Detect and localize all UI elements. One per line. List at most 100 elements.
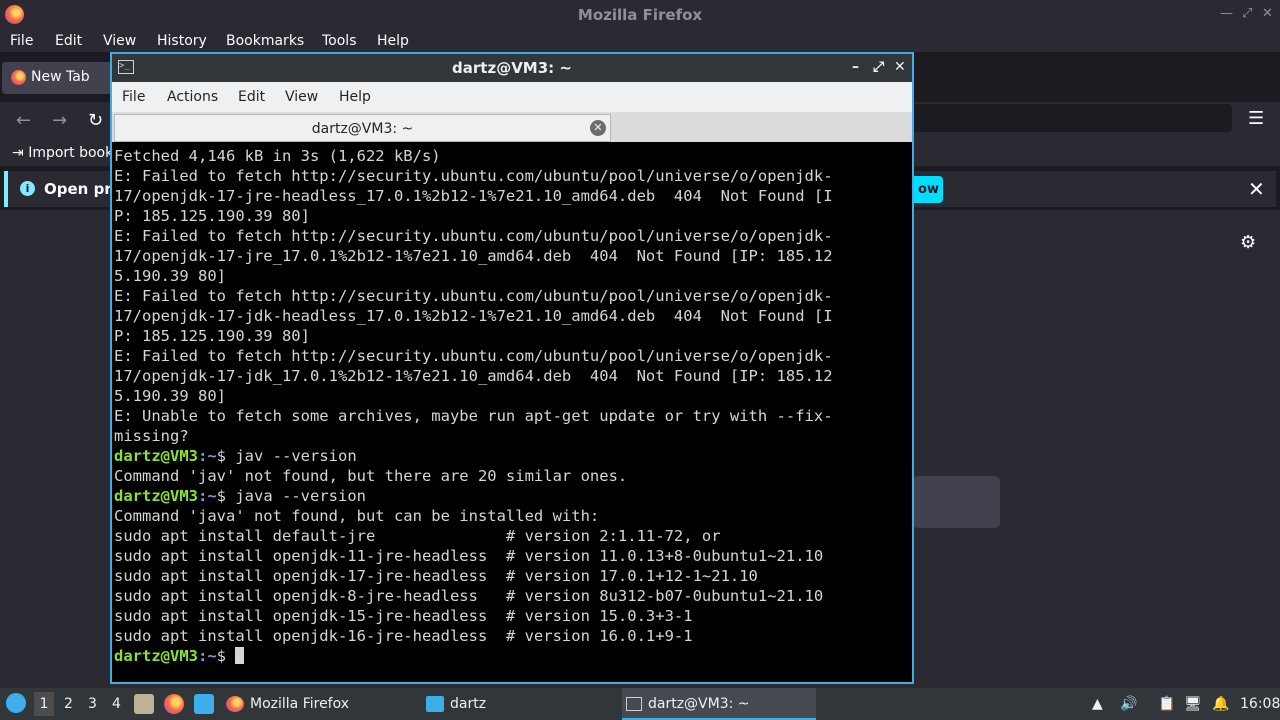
- terminal-output-line: E: Failed to fetch http://security.ubunt…: [114, 167, 833, 185]
- terminal-cursor: [235, 647, 245, 664]
- notification-close-icon[interactable]: ✕: [1248, 177, 1265, 201]
- file-manager-launcher-icon[interactable]: [134, 694, 154, 714]
- import-icon: ⇥: [12, 145, 29, 161]
- terminal-output-line: sudo apt install default-jre # version 2…: [114, 527, 721, 545]
- prompt-command: $: [216, 647, 236, 665]
- terminal-output-line: E: Unable to fetch some archives, maybe …: [114, 407, 833, 425]
- hamburger-menu-icon[interactable]: ☰: [1248, 108, 1264, 129]
- terminal-menu-help[interactable]: Help: [339, 89, 371, 105]
- firefox-menubar: File Edit View History Bookmarks Tools H…: [0, 30, 1280, 52]
- terminal-titlebar: >_ dartz@VM3: ~ – ⤢ ✕: [112, 54, 912, 82]
- terminal-window: >_ dartz@VM3: ~ – ⤢ ✕ File Actions Edit …: [110, 52, 914, 684]
- notifications-icon[interactable]: 🔔: [1212, 696, 1229, 712]
- prompt-path: :~: [198, 647, 217, 665]
- terminal-maximize-icon[interactable]: ⤢: [873, 59, 884, 75]
- menu-file[interactable]: File: [10, 33, 33, 49]
- terminal-output-line: sudo apt install openjdk-11-jre-headless…: [114, 547, 824, 565]
- terminal-output-line: 17/openjdk-17-jre-headless_17.0.1%2b12-1…: [114, 187, 833, 205]
- menu-bookmarks[interactable]: Bookmarks: [226, 33, 304, 49]
- terminal-output-line: P: 185.125.190.39 80]: [114, 207, 310, 225]
- maximize-icon[interactable]: ⤢: [1242, 6, 1252, 21]
- terminal-close-icon[interactable]: ✕: [894, 59, 906, 75]
- terminal-output-line: 5.190.39 80]: [114, 387, 226, 405]
- back-arrow-icon[interactable]: ←: [16, 110, 31, 131]
- tab-new-tab[interactable]: New Tab: [2, 62, 120, 94]
- tray-up-icon[interactable]: ▲: [1092, 696, 1103, 712]
- terminal-minimize-icon[interactable]: –: [852, 59, 859, 75]
- tab-label: New Tab: [31, 69, 90, 85]
- terminal-output-line: missing?: [114, 427, 189, 445]
- terminal-tab[interactable]: dartz@VM3: ~ ✕: [114, 114, 611, 142]
- start-menu-icon[interactable]: [6, 693, 26, 713]
- terminal-menu-actions[interactable]: Actions: [167, 89, 218, 105]
- firefox-titlebar: Mozilla Firefox — ⤢ ✕: [0, 0, 1280, 30]
- menu-help[interactable]: Help: [377, 33, 409, 49]
- workspace-1[interactable]: 1: [34, 692, 54, 716]
- prompt-user: dartz@VM3: [114, 447, 198, 465]
- forward-arrow-icon[interactable]: →: [52, 110, 67, 131]
- terminal-output-line: 17/openjdk-17-jre_17.0.1%2b12-1%7e21.10_…: [114, 247, 833, 265]
- terminal-window-title: dartz@VM3: ~: [452, 59, 572, 77]
- terminal-output-line: 17/openjdk-17-jdk-headless_17.0.1%2b12-1…: [114, 307, 833, 325]
- task-terminal-label: dartz@VM3: ~: [648, 696, 750, 712]
- workspace-4[interactable]: 4: [112, 696, 121, 712]
- minimize-icon[interactable]: —: [1220, 6, 1233, 21]
- prompt-path: :~: [198, 487, 217, 505]
- terminal-output-line: E: Failed to fetch http://security.ubunt…: [114, 287, 833, 305]
- terminal-output-line: 17/openjdk-17-jdk_17.0.1%2b12-1%7e21.10_…: [114, 367, 833, 385]
- folder-icon: [426, 696, 444, 712]
- terminal-output-line: E: Failed to fetch http://security.ubunt…: [114, 347, 833, 365]
- info-icon: i: [20, 181, 35, 196]
- prompt-user: dartz@VM3: [114, 487, 198, 505]
- terminal-output-line: Command 'jav' not found, but there are 2…: [114, 467, 628, 485]
- reload-icon[interactable]: ↻: [88, 110, 103, 131]
- task-firefox[interactable]: Mozilla Firefox: [226, 688, 416, 720]
- terminal-output[interactable]: Fetched 4,146 kB in 3s (1,622 kB/s) E: Fa…: [114, 146, 910, 682]
- firefox-task-icon: [226, 696, 244, 712]
- clipboard-icon[interactable]: 📋: [1158, 696, 1175, 712]
- gear-icon[interactable]: ⚙: [1240, 232, 1256, 253]
- prompt-user: dartz@VM3: [114, 647, 198, 665]
- import-bookmarks-link[interactable]: ⇥ Import book: [12, 145, 113, 161]
- terminal-output-line: sudo apt install openjdk-16-jre-headless…: [114, 627, 693, 645]
- prompt-path: :~: [198, 447, 217, 465]
- content-card[interactable]: [912, 476, 1000, 528]
- terminal-tab-close-icon[interactable]: ✕: [590, 120, 606, 136]
- workspace-2[interactable]: 2: [64, 696, 73, 712]
- volume-icon[interactable]: 🔊: [1120, 696, 1137, 712]
- terminal-menu-edit[interactable]: Edit: [238, 89, 265, 105]
- prompt-command: $ java --version: [216, 487, 366, 505]
- menu-tools[interactable]: Tools: [322, 33, 357, 49]
- terminal-output-line: Command 'java' not found, but can be ins…: [114, 507, 600, 525]
- terminal-menubar: File Actions Edit View Help: [112, 82, 912, 112]
- desktop-launcher-icon[interactable]: [194, 694, 214, 714]
- workspace-3[interactable]: 3: [88, 696, 97, 712]
- terminal-output-line: sudo apt install openjdk-8-jre-headless …: [114, 587, 824, 605]
- task-file-manager-label: dartz: [450, 696, 487, 712]
- task-terminal[interactable]: dartz@VM3: ~: [622, 688, 816, 720]
- terminal-output-line: E: Failed to fetch http://security.ubunt…: [114, 227, 833, 245]
- network-icon[interactable]: 🖥: [1184, 696, 1202, 712]
- terminal-output-line: sudo apt install openjdk-17-jre-headless…: [114, 567, 758, 585]
- close-icon[interactable]: ✕: [1262, 6, 1273, 21]
- terminal-menu-view[interactable]: View: [285, 89, 318, 105]
- terminal-task-icon: [626, 697, 642, 711]
- clock: 16:08: [1240, 696, 1280, 712]
- terminal-output-line: P: 185.125.190.39 80]: [114, 327, 310, 345]
- terminal-prompt-line: dartz@VM3:~$ jav --version: [114, 446, 910, 466]
- menu-view[interactable]: View: [103, 33, 136, 49]
- terminal-prompt-line: dartz@VM3:~$ java --version: [114, 486, 910, 506]
- terminal-output-line: 5.190.39 80]: [114, 267, 226, 285]
- terminal-menu-file[interactable]: File: [122, 89, 145, 105]
- task-file-manager[interactable]: dartz: [426, 688, 616, 720]
- terminal-prompt-line: dartz@VM3:~$: [114, 646, 910, 666]
- task-firefox-label: Mozilla Firefox: [250, 696, 350, 712]
- prompt-command: $ jav --version: [216, 447, 357, 465]
- firefox-launcher-icon[interactable]: [164, 694, 184, 714]
- menu-edit[interactable]: Edit: [55, 33, 82, 49]
- url-bar[interactable]: [912, 104, 1232, 132]
- terminal-tab-label: dartz@VM3: ~: [311, 121, 414, 137]
- import-bookmarks-label: Import book: [28, 145, 114, 161]
- terminal-output-line: Fetched 4,146 kB in 3s (1,622 kB/s): [114, 147, 441, 165]
- menu-history[interactable]: History: [157, 33, 207, 49]
